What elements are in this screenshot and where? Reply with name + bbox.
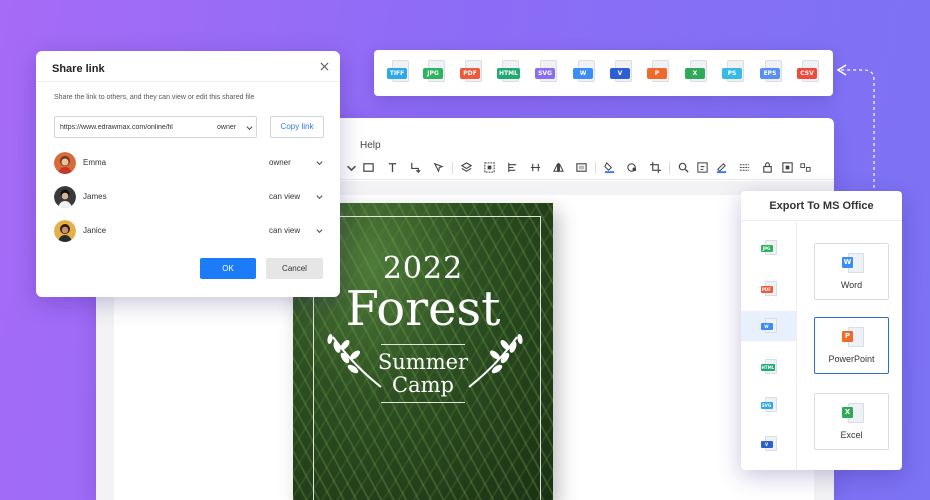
csv-format-icon[interactable]: CSV bbox=[797, 60, 819, 86]
connector-tool-icon[interactable] bbox=[408, 160, 422, 174]
laurel-left-icon bbox=[327, 334, 382, 388]
shape-style-icon[interactable] bbox=[625, 160, 639, 174]
visio-format-icon[interactable]: V bbox=[610, 60, 632, 86]
share-url-field[interactable]: https://www.edrawmax.com/online/fil owne… bbox=[54, 116, 257, 138]
word-format-icon[interactable]: W bbox=[573, 60, 595, 86]
powerpoint-icon: P bbox=[842, 327, 864, 349]
svg-format-icon[interactable]: SVG bbox=[535, 60, 557, 86]
chevron-down-icon[interactable] bbox=[245, 123, 254, 132]
rectangle-tool-icon[interactable] bbox=[361, 160, 375, 174]
panel-title: Export To MS Office bbox=[769, 200, 874, 212]
dialog-title: Share link bbox=[52, 63, 105, 75]
pointer-tool-icon[interactable] bbox=[431, 160, 445, 174]
export-ms-office-panel: Export To MS Office JPG PDF W HTML SVG V… bbox=[741, 191, 902, 470]
sidebar-item-jpg[interactable]: JPG bbox=[741, 233, 796, 263]
flip-icon[interactable] bbox=[551, 160, 565, 174]
ok-button[interactable]: OK bbox=[200, 258, 256, 279]
chevron-down-icon[interactable] bbox=[315, 158, 324, 167]
jpg-format-icon[interactable]: JPG bbox=[423, 60, 445, 86]
share-link-dialog: Share link Share the link to others, and… bbox=[36, 51, 340, 297]
format-painter-icon[interactable] bbox=[695, 160, 709, 174]
user-name: Emma bbox=[83, 158, 107, 167]
word-icon: W bbox=[842, 253, 864, 275]
panel-sidebar-divider bbox=[796, 221, 797, 470]
search-icon[interactable] bbox=[676, 160, 690, 174]
option-label: Word bbox=[840, 280, 863, 290]
sidebar-item-pdf[interactable]: PDF bbox=[741, 274, 796, 304]
dialog-divider bbox=[36, 81, 340, 82]
visio-file-icon: V bbox=[760, 436, 777, 452]
export-excel-option[interactable]: X Excel bbox=[814, 393, 889, 450]
excel-format-icon[interactable]: X bbox=[685, 60, 707, 86]
cancel-button[interactable]: Cancel bbox=[266, 258, 323, 279]
poster-divider-top bbox=[381, 344, 465, 345]
sidebar-item-visio[interactable]: V bbox=[741, 429, 796, 459]
export-powerpoint-option[interactable]: P PowerPoint bbox=[814, 317, 889, 374]
option-label: Excel bbox=[840, 430, 863, 440]
word-file-icon: W bbox=[760, 318, 777, 334]
sidebar-item-word[interactable]: W bbox=[741, 311, 796, 341]
ps-format-icon[interactable]: PS bbox=[722, 60, 744, 86]
avatar bbox=[54, 152, 76, 174]
layers-icon[interactable] bbox=[459, 160, 473, 174]
laurel-right-icon bbox=[468, 334, 523, 388]
export-word-option[interactable]: W Word bbox=[814, 243, 889, 300]
fill-color-icon[interactable] bbox=[602, 160, 616, 174]
line-color-icon[interactable] bbox=[714, 160, 728, 174]
line-style-icon[interactable] bbox=[737, 160, 751, 174]
more-tools-icon[interactable] bbox=[798, 160, 812, 174]
user-permission-select[interactable]: can view bbox=[269, 192, 309, 201]
user-name: Janice bbox=[83, 226, 107, 235]
chevron-down-icon[interactable] bbox=[315, 192, 324, 201]
powerpoint-format-icon[interactable]: P bbox=[647, 60, 669, 86]
fit-icon[interactable] bbox=[780, 160, 794, 174]
pdf-file-icon: PDF bbox=[760, 281, 777, 297]
svg-file-icon: SVG bbox=[760, 397, 777, 413]
html-file-icon: HTML bbox=[760, 359, 777, 375]
option-label: PowerPoint bbox=[828, 354, 875, 364]
lock-icon[interactable] bbox=[760, 160, 774, 174]
copy-link-button[interactable]: Copy link bbox=[270, 116, 324, 138]
user-row-james: James can view bbox=[54, 186, 324, 208]
user-permission-select[interactable]: can view bbox=[269, 226, 309, 235]
distribute-icon[interactable] bbox=[528, 160, 542, 174]
avatar bbox=[54, 220, 76, 242]
user-row-janice: Janice can view bbox=[54, 220, 324, 242]
eps-format-icon[interactable]: EPS bbox=[760, 60, 782, 86]
text-tool-icon[interactable] bbox=[385, 160, 399, 174]
size-icon[interactable] bbox=[574, 160, 588, 174]
sidebar-item-html[interactable]: HTML bbox=[741, 352, 796, 382]
user-row-emma: Emma owner bbox=[54, 152, 324, 174]
menu-help[interactable]: Help bbox=[360, 140, 381, 151]
export-format-strip: TIFF JPG PDF HTML SVG W V P X PS EPS CSV bbox=[374, 50, 833, 96]
avatar bbox=[54, 186, 76, 208]
share-url-text[interactable]: https://www.edrawmax.com/online/fil bbox=[60, 124, 205, 131]
chevron-down-icon[interactable] bbox=[315, 226, 324, 235]
panel-divider bbox=[741, 220, 902, 221]
jpg-file-icon: JPG bbox=[760, 240, 777, 256]
link-permission-select[interactable]: owner bbox=[217, 124, 236, 131]
excel-icon: X bbox=[842, 403, 864, 425]
html-format-icon[interactable]: HTML bbox=[497, 60, 520, 86]
align-icon[interactable] bbox=[505, 160, 519, 174]
group-icon[interactable] bbox=[482, 160, 496, 174]
user-permission-select[interactable]: owner bbox=[269, 158, 309, 167]
close-icon[interactable] bbox=[317, 59, 331, 73]
dropdown-arrow-icon[interactable] bbox=[344, 160, 358, 174]
share-description: Share the link to others, and they can v… bbox=[54, 94, 255, 101]
user-name: James bbox=[83, 192, 107, 201]
tiff-format-icon[interactable]: TIFF bbox=[387, 60, 409, 86]
pdf-format-icon[interactable]: PDF bbox=[460, 60, 482, 86]
poster-divider-bottom bbox=[381, 402, 465, 403]
sidebar-item-svg[interactable]: SVG bbox=[741, 390, 796, 420]
connector-arrow-icon bbox=[836, 64, 875, 188]
crop-icon[interactable] bbox=[648, 160, 662, 174]
